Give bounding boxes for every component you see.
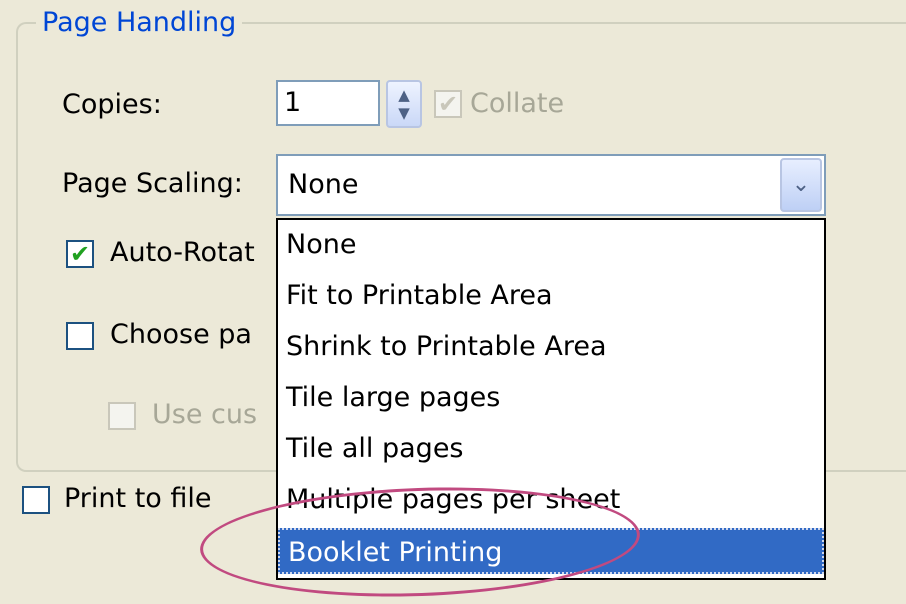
print-to-file-checkbox[interactable] <box>22 486 50 514</box>
page-scaling-label: Page Scaling: <box>62 168 243 199</box>
page-scaling-value: None <box>288 169 359 200</box>
dropdown-option-none[interactable]: None <box>278 222 824 268</box>
use-custom-checkbox[interactable] <box>108 402 136 430</box>
page-handling-title: Page Handling <box>36 6 243 40</box>
choose-paper-checkbox[interactable] <box>66 322 94 350</box>
print-to-file-label: Print to file <box>64 483 212 514</box>
dropdown-option-tile-all-pages[interactable]: Tile all pages <box>278 426 824 472</box>
dropdown-option-shrink-to-printable-area[interactable]: Shrink to Printable Area <box>278 324 824 370</box>
chevron-down-icon[interactable]: ⌄ <box>780 158 822 212</box>
choose-paper-label: Choose pa <box>110 319 252 350</box>
spinner-down-icon[interactable]: ▼ <box>398 104 410 122</box>
copies-spinner[interactable]: ▲ ▼ <box>386 80 422 128</box>
auto-rotate-label: Auto-Rotat <box>110 237 255 268</box>
annotation-ellipse <box>198 480 642 604</box>
collate-label: Collate <box>470 88 565 119</box>
copies-input[interactable]: 1 <box>276 80 380 126</box>
use-custom-label: Use cus <box>152 399 258 430</box>
dropdown-option-tile-large-pages[interactable]: Tile large pages <box>278 375 824 421</box>
dropdown-option-fit-to-printable-area[interactable]: Fit to Printable Area <box>278 273 824 319</box>
page-scaling-select[interactable]: None ⌄ <box>276 154 826 216</box>
spinner-up-icon[interactable]: ▲ <box>398 86 410 104</box>
copies-label: Copies: <box>62 89 162 120</box>
auto-rotate-checkbox[interactable]: ✔ <box>66 240 94 268</box>
collate-checkbox[interactable]: ✔ <box>434 90 462 118</box>
